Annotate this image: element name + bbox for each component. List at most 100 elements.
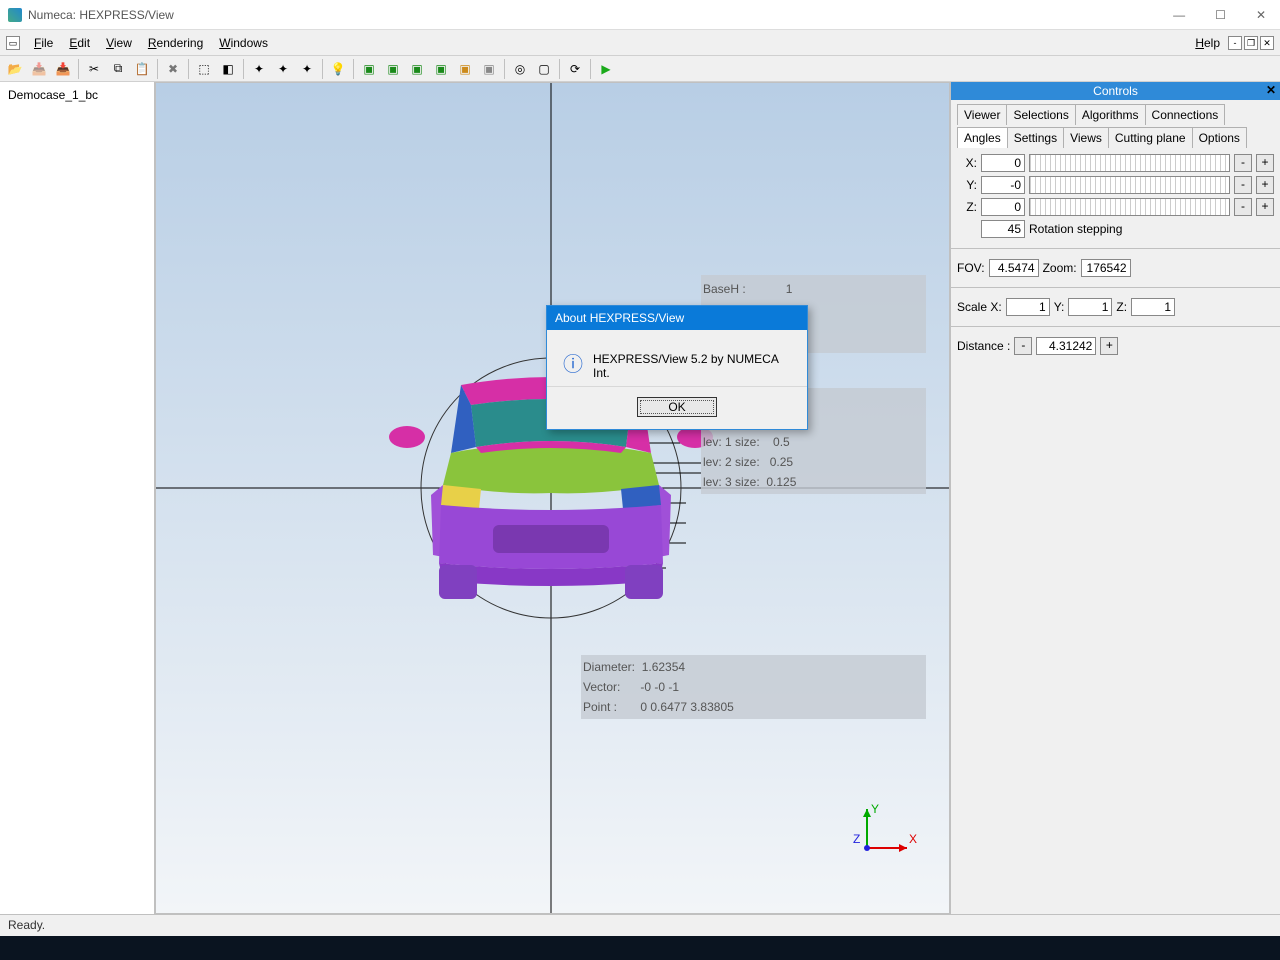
- tab-settings[interactable]: Settings: [1007, 127, 1064, 148]
- fov-label: FOV:: [957, 261, 985, 275]
- mdi-restore-icon[interactable]: ❐: [1244, 36, 1258, 50]
- scaley-input[interactable]: [1068, 298, 1112, 316]
- title-bar: Numeca: HEXPRESS/View — ☐ ✕: [0, 0, 1280, 30]
- toolbar: 📂 📥 📥 ✂︎ ⧉ 📋 ✖ ⬚ ◧ ✦ ✦ ✦ 💡 ▣ ▣ ▣ ▣ ▣ ▣ ◎…: [0, 56, 1280, 82]
- controls-title: Controls ✕: [951, 82, 1280, 100]
- tree-pane: Democase_1_bc: [0, 82, 155, 914]
- y-minus-button[interactable]: -: [1234, 176, 1252, 194]
- controls-close-icon[interactable]: ✕: [1266, 83, 1276, 97]
- view-c-icon[interactable]: ▣: [406, 58, 428, 80]
- blank-icon[interactable]: ▢: [533, 58, 555, 80]
- distance-minus-button[interactable]: -: [1014, 337, 1032, 355]
- maximize-button[interactable]: ☐: [1209, 6, 1232, 24]
- refresh-icon[interactable]: ⟳: [564, 58, 586, 80]
- view-a-icon[interactable]: ▣: [358, 58, 380, 80]
- copy-icon[interactable]: ⧉: [107, 58, 129, 80]
- view-b-icon[interactable]: ▣: [382, 58, 404, 80]
- ok-button[interactable]: OK: [637, 397, 717, 417]
- menu-edit[interactable]: Edit: [61, 33, 98, 53]
- probe-c-icon[interactable]: ✦: [296, 58, 318, 80]
- tab-angles[interactable]: Angles: [957, 127, 1008, 148]
- about-dialog: About HEXPRESS/View ⓘ HEXPRESS/View 5.2 …: [546, 305, 808, 430]
- scalex-input[interactable]: [1006, 298, 1050, 316]
- tab-algorithms[interactable]: Algorithms: [1075, 104, 1146, 125]
- menu-rendering[interactable]: Rendering: [140, 33, 211, 53]
- rotation-step-input[interactable]: [981, 220, 1025, 238]
- status-bar: Ready.: [0, 914, 1280, 936]
- distance-plus-button[interactable]: +: [1100, 337, 1118, 355]
- distance-label: Distance :: [957, 339, 1010, 353]
- y-plus-button[interactable]: +: [1256, 176, 1274, 194]
- x-plus-button[interactable]: +: [1256, 154, 1274, 172]
- svg-text:Z: Z: [853, 832, 860, 846]
- probe-b-icon[interactable]: ✦: [272, 58, 294, 80]
- viewport-3d[interactable]: BaseH : 1 lev: 0 size: 1 lev: 1 size: 0.…: [155, 82, 950, 914]
- controls-tabs: Viewer Selections Algorithms Connections: [957, 104, 1274, 127]
- overlay-geometry-info: Diameter: 1.62354 Vector: -0 -0 -1 Point…: [581, 655, 926, 719]
- close-button[interactable]: ✕: [1250, 6, 1272, 24]
- open-icon[interactable]: 📂: [4, 58, 26, 80]
- dice-icon[interactable]: ⬚: [193, 58, 215, 80]
- menu-view[interactable]: View: [98, 33, 140, 53]
- app-icon: [8, 8, 22, 22]
- tab-selections[interactable]: Selections: [1006, 104, 1075, 125]
- probe-a-icon[interactable]: ✦: [248, 58, 270, 80]
- import-primary-icon[interactable]: 📥: [28, 58, 50, 80]
- scalez-input[interactable]: [1131, 298, 1175, 316]
- rotation-step-label: Rotation stepping: [1029, 222, 1122, 236]
- light-icon[interactable]: 💡: [327, 58, 349, 80]
- play-icon[interactable]: ▶: [595, 58, 617, 80]
- menu-file[interactable]: File: [26, 33, 61, 53]
- svg-text:Y: Y: [871, 803, 879, 816]
- scalez-label: Z:: [1116, 300, 1127, 314]
- mdi-close-icon[interactable]: ✕: [1260, 36, 1274, 50]
- fov-input[interactable]: [989, 259, 1039, 277]
- x-input[interactable]: [981, 154, 1025, 172]
- mdi-minimize-icon[interactable]: -: [1228, 36, 1242, 50]
- minimize-button[interactable]: —: [1167, 6, 1191, 24]
- controls-panel: Controls ✕ Viewer Selections Algorithms …: [950, 82, 1280, 914]
- import-secondary-icon[interactable]: 📥: [52, 58, 74, 80]
- cube-icon[interactable]: ◧: [217, 58, 239, 80]
- svg-text:X: X: [909, 832, 917, 846]
- y-slider[interactable]: [1029, 176, 1230, 194]
- delete-icon[interactable]: ✖: [162, 58, 184, 80]
- cut-icon[interactable]: ✂︎: [83, 58, 105, 80]
- controls-tabs-row2: Angles Settings Views Cutting plane Opti…: [957, 127, 1274, 150]
- dialog-text: HEXPRESS/View 5.2 by NUMECA Int.: [593, 348, 791, 380]
- z-input[interactable]: [981, 198, 1025, 216]
- tree-item[interactable]: Democase_1_bc: [4, 86, 150, 104]
- x-minus-button[interactable]: -: [1234, 154, 1252, 172]
- zoom-input[interactable]: [1081, 259, 1131, 277]
- y-label: Y:: [957, 178, 977, 192]
- zoom-label: Zoom:: [1043, 261, 1077, 275]
- target-icon[interactable]: ◎: [509, 58, 531, 80]
- taskbar-strip: [0, 936, 1280, 960]
- baseh-value: 1: [786, 282, 793, 296]
- tab-viewer[interactable]: Viewer: [957, 104, 1007, 125]
- z-minus-button[interactable]: -: [1234, 198, 1252, 216]
- x-label: X:: [957, 156, 977, 170]
- info-icon: ⓘ: [563, 348, 583, 377]
- view-d-icon[interactable]: ▣: [430, 58, 452, 80]
- view-f-icon[interactable]: ▣: [478, 58, 500, 80]
- distance-input[interactable]: [1036, 337, 1096, 355]
- menu-windows[interactable]: Windows: [211, 33, 276, 53]
- view-e-icon[interactable]: ▣: [454, 58, 476, 80]
- tab-connections[interactable]: Connections: [1145, 104, 1226, 125]
- mdi-sys-icon[interactable]: ▭: [6, 36, 20, 50]
- paste-icon[interactable]: 📋: [131, 58, 153, 80]
- x-slider[interactable]: [1029, 154, 1230, 172]
- tab-options[interactable]: Options: [1192, 127, 1247, 148]
- z-slider[interactable]: [1029, 198, 1230, 216]
- tab-views[interactable]: Views: [1063, 127, 1109, 148]
- z-label: Z:: [957, 200, 977, 214]
- tab-cutting-plane[interactable]: Cutting plane: [1108, 127, 1193, 148]
- axis-triad: X Y Z: [849, 803, 919, 863]
- menu-help[interactable]: Help: [1187, 33, 1228, 53]
- y-input[interactable]: [981, 176, 1025, 194]
- z-plus-button[interactable]: +: [1256, 198, 1274, 216]
- scalex-label: Scale X:: [957, 300, 1002, 314]
- baseh-label: BaseH :: [703, 282, 746, 296]
- menu-bar: ▭ File Edit View Rendering Windows Help …: [0, 30, 1280, 56]
